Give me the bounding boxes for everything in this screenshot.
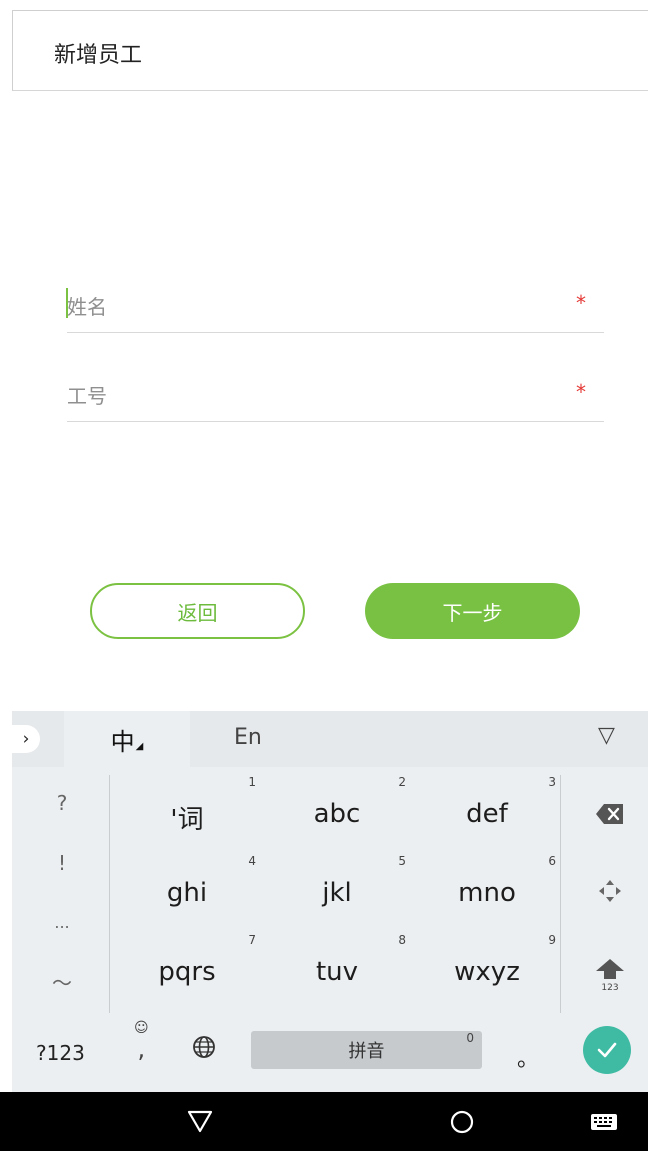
backspace-key[interactable] bbox=[587, 803, 633, 829]
key-number: 9 bbox=[548, 933, 556, 947]
key-label: wxyz bbox=[454, 957, 520, 987]
symbol-exclamation[interactable]: ! bbox=[42, 851, 82, 875]
key-label: ghi bbox=[166, 878, 208, 908]
key-7[interactable]: 7 pqrs bbox=[112, 933, 262, 1011]
shift-icon bbox=[596, 959, 624, 979]
globe-icon[interactable] bbox=[192, 1035, 216, 1059]
key-1[interactable]: 1 '词 bbox=[112, 775, 262, 853]
key-3[interactable]: 3 def bbox=[412, 775, 562, 853]
symbols-key[interactable]: ?123 bbox=[36, 1041, 85, 1065]
key-number: 6 bbox=[548, 854, 556, 868]
key-number: 4 bbox=[248, 854, 256, 868]
page-title: 新增员工 bbox=[54, 43, 143, 68]
key-number: 3 bbox=[548, 775, 556, 789]
corner-mark: ◢ bbox=[135, 740, 144, 752]
key-label: pqrs bbox=[158, 957, 216, 987]
app-bar: 新增员工 bbox=[12, 10, 648, 91]
english-mode-tab[interactable]: En bbox=[234, 725, 262, 750]
divider bbox=[109, 775, 110, 1013]
employee-number-placeholder: 工号 bbox=[67, 384, 107, 408]
keyboard-icon[interactable] bbox=[590, 1112, 618, 1132]
comma-label: , bbox=[137, 1035, 146, 1063]
key-number: 7 bbox=[248, 933, 256, 947]
symbol-ellipsis[interactable]: ... bbox=[42, 913, 82, 932]
expand-toolbar-button[interactable]: › bbox=[12, 725, 40, 753]
key-5[interactable]: 5 jkl bbox=[262, 854, 412, 932]
keyboard-bottom-row: ?123 ☺ , 拼音 0 。 bbox=[12, 1015, 648, 1092]
key-label: tuv bbox=[315, 957, 359, 987]
key-number: 0 bbox=[466, 1031, 474, 1045]
back-button[interactable]: 返回 bbox=[90, 583, 305, 639]
key-9[interactable]: 9 wxyz bbox=[412, 933, 562, 1011]
system-nav-bar bbox=[0, 1092, 648, 1151]
key-label: def bbox=[466, 799, 508, 829]
symbol-question[interactable]: ? bbox=[42, 791, 82, 815]
name-field[interactable]: 姓名 * bbox=[66, 285, 604, 333]
required-mark: * bbox=[576, 291, 586, 315]
key-number: 5 bbox=[398, 854, 406, 868]
period-key[interactable]: 。 bbox=[517, 1041, 539, 1073]
cursor-move-key[interactable] bbox=[587, 877, 633, 909]
key-label: '词 bbox=[170, 805, 204, 835]
cursor-move-icon bbox=[599, 880, 621, 902]
space-key[interactable]: 拼音 0 bbox=[251, 1031, 482, 1069]
keyboard-toolbar: › 中 ◢ En ▽ bbox=[12, 711, 648, 767]
key-number: 8 bbox=[398, 933, 406, 947]
space-label: 拼音 bbox=[348, 1041, 385, 1062]
symbol-tilde[interactable]: ～ bbox=[42, 967, 82, 996]
collapse-keyboard-icon[interactable]: ▽ bbox=[598, 723, 615, 748]
backspace-icon bbox=[596, 804, 623, 824]
key-2[interactable]: 2 abc bbox=[262, 775, 412, 853]
check-icon bbox=[597, 1042, 617, 1058]
home-circle-icon[interactable] bbox=[448, 1108, 476, 1136]
key-label: abc bbox=[313, 799, 361, 829]
next-step-button[interactable]: 下一步 bbox=[365, 583, 580, 639]
emoji-comma-key[interactable]: ☺ , bbox=[134, 1021, 149, 1061]
required-mark: * bbox=[576, 380, 586, 404]
name-placeholder: 姓名 bbox=[67, 295, 107, 319]
employee-number-field[interactable]: 工号 * bbox=[67, 374, 604, 422]
chinese-mode-tab[interactable]: 中 ◢ bbox=[64, 711, 190, 767]
emoji-icon: ☺ bbox=[134, 1020, 149, 1036]
chinese-mode-label: 中 bbox=[110, 727, 135, 756]
key-8[interactable]: 8 tuv bbox=[262, 933, 412, 1011]
key-6[interactable]: 6 mno bbox=[412, 854, 562, 932]
key-number: 1 bbox=[248, 775, 256, 789]
enter-key[interactable] bbox=[583, 1026, 631, 1074]
shift-key[interactable]: 123 bbox=[587, 957, 633, 993]
shift-sub-label: 123 bbox=[601, 983, 619, 993]
key-label: jkl bbox=[322, 878, 352, 908]
key-4[interactable]: 4 ghi bbox=[112, 854, 262, 932]
key-number: 2 bbox=[398, 775, 406, 789]
key-label: mno bbox=[458, 878, 516, 908]
back-triangle-icon[interactable] bbox=[186, 1108, 214, 1134]
soft-keyboard: › 中 ◢ En ▽ ? ! ... ～ 1 '词 2 abc 3 def 4 ghi 5… bbox=[12, 711, 648, 1092]
